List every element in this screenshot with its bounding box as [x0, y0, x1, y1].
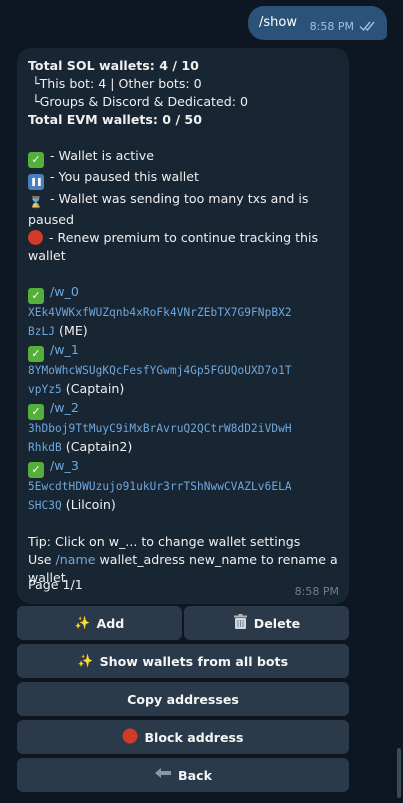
outgoing-message-text: /show: [259, 15, 297, 30]
check-mark-icon: ✓: [28, 288, 44, 304]
wallet-address-end[interactable]: BzLJ: [28, 325, 55, 338]
wallet-command-link[interactable]: /w_1: [50, 342, 79, 357]
total-sol-wallets: Total SOL wallets: 4 / 10: [28, 58, 199, 73]
delete-button[interactable]: Delete: [184, 606, 349, 640]
wallet-address[interactable]: XEk4VWKxfWUZqnb4xRoFk4VNrZEbTX7G9FNpBX2: [28, 304, 340, 322]
red-circle-icon: [122, 728, 138, 747]
groups-count: └Groups & Discord & Dedicated: 0: [28, 94, 248, 109]
outgoing-message: /show 8:58 PM: [248, 6, 387, 40]
legend-paused: ❚❚ - You paused this wallet: [28, 168, 340, 190]
wallet-address[interactable]: 5EwcdtHDWUzujo91ukUr3rrTShNwwCVAZLv6ELA: [28, 478, 340, 496]
this-bot-count: └This bot: 4 | Other bots: 0: [28, 76, 202, 91]
name-command-link[interactable]: /name: [56, 552, 96, 567]
wallet-address-row: RhkdB (Captain2): [28, 438, 340, 457]
sparkles-icon: ✨: [74, 615, 91, 630]
sparkles-icon: ✨: [77, 653, 94, 668]
legend-renew-cont: wallet: [28, 248, 66, 263]
wallet-address-end[interactable]: RhkdB: [28, 441, 62, 454]
check-mark-icon: ✓: [28, 152, 44, 168]
hourglass-icon: ⌛: [29, 196, 43, 209]
wallet-command-row: ✓ /w_2: [28, 399, 340, 420]
wallet-command-link[interactable]: /w_0: [50, 284, 79, 299]
wallet-command-row: ✓ /w_3: [28, 457, 340, 478]
red-circle-icon: [28, 230, 43, 245]
wallet-address[interactable]: 3hDboj9TtMuyC9iMxBrAvruQ2QCtrW8dD2iVDwH: [28, 420, 340, 438]
wastebasket-icon: [233, 613, 248, 633]
check-mark-icon: ✓: [28, 346, 44, 362]
block-address-button[interactable]: Block address: [17, 720, 349, 754]
wallet-label: (Captain): [61, 381, 125, 396]
legend-renew: - Renew premium to continue tracking thi…: [28, 229, 340, 247]
wallet-label: (ME): [55, 323, 88, 338]
incoming-message-time: 8:58 PM: [294, 585, 339, 598]
wallet-command-row: ✓ /w_0: [28, 283, 340, 304]
check-mark-icon: ✓: [28, 462, 44, 478]
page-indicator: Page 1/1: [28, 577, 83, 592]
legend-too-many: ⌛ - Wallet was sending too many txs and …: [29, 191, 309, 209]
check-mark-icon: ✓: [28, 404, 44, 420]
wallet-command-link[interactable]: /w_3: [50, 458, 79, 473]
copy-addresses-button[interactable]: Copy addresses: [17, 682, 349, 716]
wallet-address-row: BzLJ (ME): [28, 322, 340, 341]
legend-active: ✓ - Wallet is active: [28, 147, 340, 168]
wallet-label: (Captain2): [61, 439, 133, 454]
wallet-address[interactable]: 8YMoWhcWSUgKQcFesfYGwmj4Gp5FGUQoUXD7o1T: [28, 362, 340, 380]
wallet-label: (Lilcoin): [61, 497, 116, 512]
back-button[interactable]: Back: [17, 758, 349, 792]
back-arrow-icon: [154, 767, 172, 784]
tip-text: Tip: Click on w_... to change wallet set…: [28, 534, 301, 549]
show-all-bots-button[interactable]: ✨ Show wallets from all bots: [17, 644, 349, 678]
total-evm-wallets: Total EVM wallets: 0 / 50: [28, 112, 202, 127]
pause-icon: ❚❚: [28, 174, 44, 190]
tip-usage: Use /name wallet_adress new_name to rena…: [28, 552, 338, 567]
wallet-command-link[interactable]: /w_2: [50, 400, 79, 415]
legend-too-many-cont: paused: [28, 212, 74, 227]
wallet-address-row: SHC3Q (Lilcoin): [28, 496, 340, 515]
double-check-icon: [359, 21, 375, 32]
outgoing-message-time: 8:58 PM: [309, 20, 354, 33]
wallet-address-end[interactable]: vpYz5: [28, 383, 62, 396]
scrollbar-thumb[interactable]: [397, 748, 401, 798]
wallet-address-row: vpYz5 (Captain): [28, 380, 340, 399]
wallet-command-row: ✓ /w_1: [28, 341, 340, 362]
message-body: Total SOL wallets: 4 / 10 └This bot: 4 |…: [28, 57, 340, 587]
incoming-message: Total SOL wallets: 4 / 10 └This bot: 4 |…: [17, 48, 349, 604]
wallet-address-end[interactable]: SHC3Q: [28, 499, 62, 512]
add-button[interactable]: ✨ Add: [17, 606, 182, 640]
